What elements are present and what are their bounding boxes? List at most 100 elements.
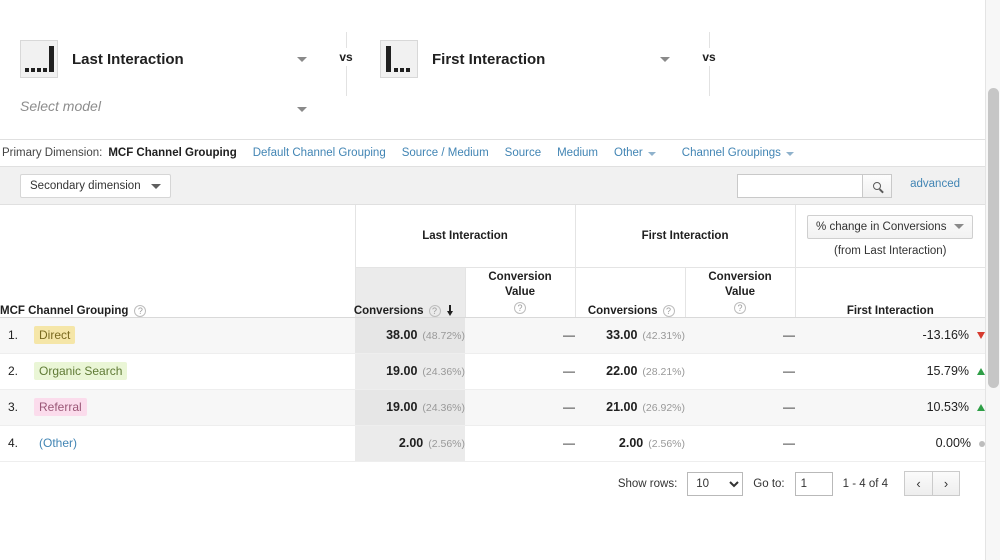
row-last-conversion-value: — [465,353,576,390]
arrow-up-icon [977,368,986,376]
help-icon-last-conversion-value[interactable]: ? [514,301,526,314]
column-header-first-conversion-value-label: Conversion Value [708,270,772,299]
row-last-conversions: 38.00 (48.72%) [355,317,465,354]
column-header-last-conversion-value[interactable]: Conversion Value ? [464,267,576,318]
row-last-conversions-value: 38.00 [386,328,418,342]
row-first-conversions-value: 33.00 [606,328,638,342]
secondary-dimension-label: Secondary dimension [30,180,141,192]
row-last-conversions-pct: (24.36%) [422,366,465,378]
row-first-conversions-pct: (42.31%) [642,330,686,342]
row-last-conversions-value: 19.00 [386,400,418,414]
change-metric-select[interactable]: % change in Conversions [807,214,974,239]
change-metric-label: % change in Conversions [816,220,947,233]
row-channel-label[interactable]: (Other) [34,434,82,452]
column-header-last-conversion-value-label: Conversion Value [488,270,552,299]
table-sub-header-row: MCF Channel Grouping ? Conversions ? Con… [0,267,986,318]
model-name-first: First Interaction [432,50,546,68]
row-range-label: 1 - 4 of 4 [842,477,888,490]
help-icon-first-conversion-value[interactable]: ? [734,301,747,314]
arrow-up-icon [977,404,986,412]
advanced-search-link[interactable]: advanced [910,178,960,190]
next-page-button[interactable]: › [932,471,960,496]
goto-page-input[interactable] [794,471,833,496]
dimension-link-medium[interactable]: Medium [557,147,598,159]
model-name-last: Last Interaction [72,50,184,68]
bar-chart-first-icon [380,40,418,78]
row-dimension-cell: 4. (Other) [0,425,355,462]
row-last-conversions-value: 2.00 [398,436,424,450]
row-change: 15.79% [795,353,986,390]
row-last-conversion-value: — [465,425,576,462]
model-selector-first-interaction[interactable]: First Interaction [380,40,545,78]
row-first-conversions: 2.00 (2.56%) [575,425,686,462]
help-icon-dimension[interactable]: ? [134,304,147,317]
dimension-link-default-channel-grouping[interactable]: Default Channel Grouping [253,147,386,159]
row-dimension-cell: 2. Organic Search [0,353,355,390]
row-change-value: 15.79% [926,364,970,378]
row-first-conversions-pct: (28.21%) [642,366,686,378]
dimension-link-other[interactable]: Other [614,147,656,159]
group-header-last-interaction: Last Interaction [354,205,576,268]
row-first-conversions: 21.00 (26.92%) [575,389,686,426]
row-channel-label[interactable]: Organic Search [34,362,128,380]
group-header-change: % change in Conversions (from Last Inter… [794,205,986,268]
search-button[interactable] [862,174,892,198]
dimension-link-source[interactable]: Source [505,147,541,159]
model-dropdown-caret-first[interactable] [660,57,670,62]
page-scrollbar-thumb[interactable] [988,88,999,388]
goto-label: Go to: [753,477,785,490]
model-selector-last-interaction[interactable]: Last Interaction [20,40,184,78]
table-row[interactable]: 3. Referral 19.00 (24.36%) — 21.00 (26.92%… [0,389,986,426]
bar-chart-last-icon [20,40,58,78]
search-input[interactable] [737,174,862,198]
select-model-caret[interactable] [297,107,307,112]
table-row[interactable]: 2. Organic Search 19.00 (24.36%) — 22.00 (… [0,353,986,390]
column-header-first-conversions-label: Conversions [587,304,658,317]
report-table: Last Interaction First Interaction % cha… [0,205,986,462]
row-first-conversions: 22.00 (28.21%) [575,353,686,390]
row-last-conversions-pct: (24.36%) [422,402,465,414]
column-header-change: First Interaction [794,267,986,318]
row-change: -13.16% [795,317,986,354]
vs-label-2: vs [698,48,720,66]
vs-label-1: vs [335,48,357,66]
column-header-dimension-label: MCF Channel Grouping [0,304,129,317]
dimension-link-other-label: Other [614,147,643,159]
column-header-first-conversion-value[interactable]: Conversion Value ? [684,267,796,318]
row-first-conversions-value: 21.00 [606,400,638,414]
row-channel-label[interactable]: Referral [34,398,87,416]
table-search [737,174,892,198]
row-first-conversions-value: 2.00 [618,436,644,450]
group-header-first-interaction: First Interaction [574,205,796,268]
table-group-header-row: Last Interaction First Interaction % cha… [0,205,986,268]
previous-page-button[interactable]: ‹ [904,471,932,496]
select-model-placeholder[interactable]: Select model [20,98,101,114]
row-index: 3. [8,400,19,414]
model-dropdown-caret-last[interactable] [297,57,307,62]
row-change: 10.53% [795,389,986,426]
row-index: 4. [8,436,19,450]
dimension-link-source-medium[interactable]: Source / Medium [402,147,489,159]
sort-descending-icon[interactable] [446,305,455,316]
report-page: Last Interaction vs First Interaction vs… [0,0,986,560]
row-change: 0.00% [795,425,986,462]
row-first-conversion-value: — [685,317,796,354]
column-header-change-label: First Interaction [846,304,934,317]
column-header-last-conversions[interactable]: Conversions ? [354,267,465,318]
column-header-dimension[interactable]: MCF Channel Grouping ? [0,267,355,318]
table-row[interactable]: 4. (Other) 2.00 (2.56%) — 2.00 (2.56%) — 0… [0,425,986,462]
rows-per-page-select[interactable]: 10255010025050010005000 [687,471,744,496]
table-row[interactable]: 1. Direct 38.00 (48.72%) — 33.00 (42.31%) … [0,317,986,354]
page-scrollbar[interactable] [985,0,1000,560]
row-last-conversion-value: — [465,389,576,426]
primary-dimension-active[interactable]: MCF Channel Grouping [108,147,237,173]
secondary-dimension-button[interactable]: Secondary dimension [20,174,171,198]
row-channel-label[interactable]: Direct [34,326,76,344]
help-icon-first-conversions[interactable]: ? [662,304,675,317]
dimension-link-channel-groupings[interactable]: Channel Groupings [682,147,794,159]
column-header-first-conversions[interactable]: Conversions ? [574,267,686,318]
row-change-value: -13.16% [922,328,970,342]
help-icon-last-conversions[interactable]: ? [428,304,441,317]
row-first-conversion-value: — [685,353,796,390]
table-footer: Show rows: 10255010025050010005000 Go to… [0,461,985,506]
